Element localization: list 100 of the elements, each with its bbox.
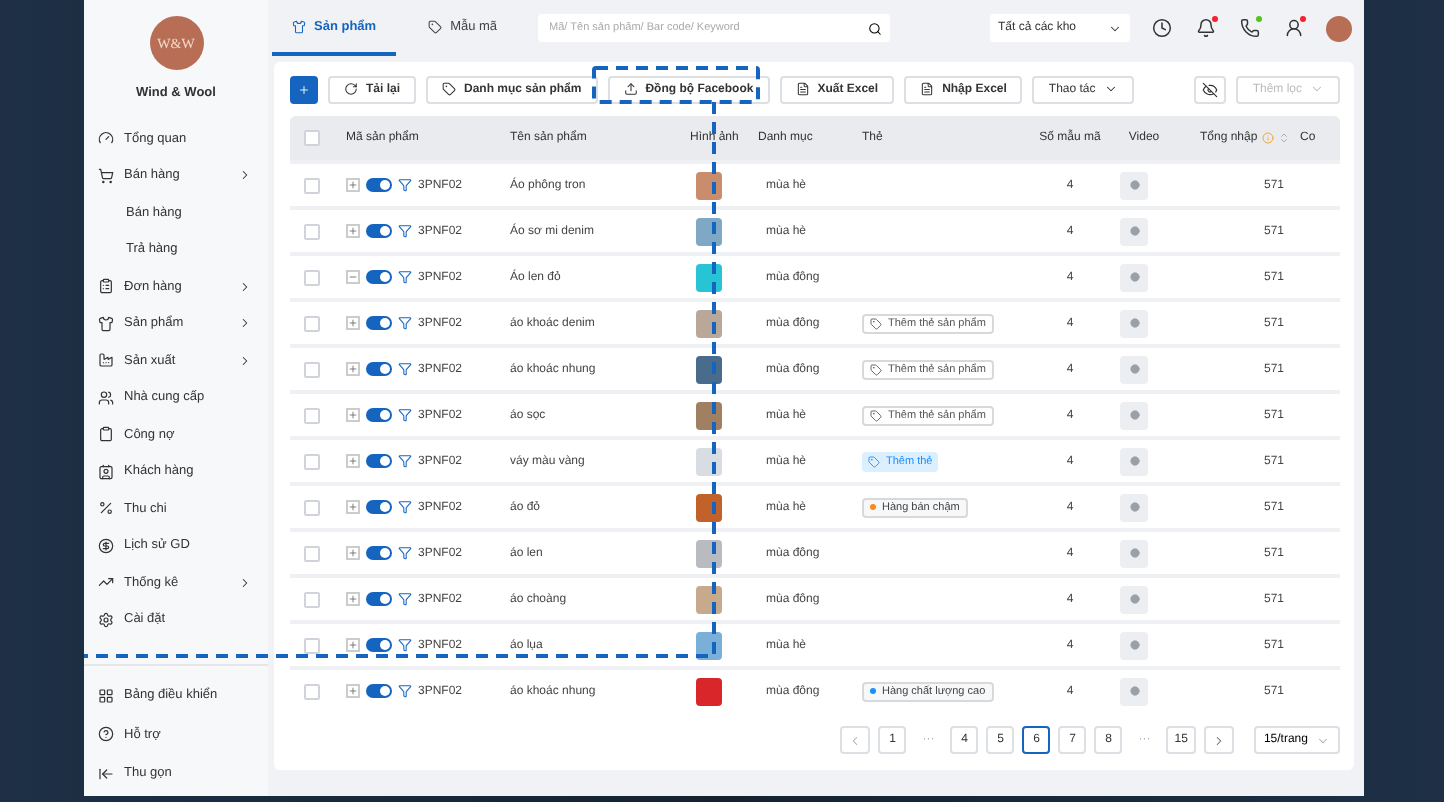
video-placeholder-icon [1120, 171, 1148, 199]
checkbox[interactable] [304, 223, 320, 239]
filter-icon [398, 270, 412, 284]
video-placeholder-icon [1120, 263, 1148, 291]
file-icon [795, 82, 810, 96]
video-placeholder-icon [1120, 539, 1148, 567]
filter-icon [398, 454, 412, 468]
expand-icon[interactable] [346, 178, 360, 192]
menu-item-icon [98, 167, 114, 184]
toggle-switch[interactable] [366, 546, 392, 560]
avatar[interactable] [1326, 15, 1352, 41]
filter-icon [398, 316, 412, 330]
chevron-right-icon [1211, 733, 1226, 747]
menu-item-icon [98, 315, 114, 332]
toggle-switch[interactable] [366, 592, 392, 606]
clock-icon[interactable] [1150, 16, 1174, 40]
plus-icon [298, 81, 310, 97]
previous-page-button[interactable] [840, 726, 871, 754]
video-placeholder-icon [1120, 447, 1148, 475]
photo-placeholder [696, 493, 722, 521]
filter-icon [398, 684, 412, 698]
toggle-switch[interactable] [366, 316, 392, 330]
menu-item-icon [98, 765, 114, 782]
toggle-switch[interactable] [366, 684, 392, 698]
expand-icon[interactable] [346, 638, 360, 652]
checkbox[interactable] [304, 315, 320, 331]
expand-icon[interactable] [346, 362, 360, 376]
expand-icon[interactable] [346, 500, 360, 514]
menu-item-icon [98, 352, 114, 369]
expand-icon[interactable] [346, 454, 360, 468]
photo-placeholder [696, 217, 722, 245]
menu-item-icon [98, 726, 114, 743]
video-placeholder-icon [1120, 217, 1148, 245]
toggle-switch[interactable] [366, 224, 392, 238]
upload-icon [623, 82, 638, 96]
checkbox[interactable] [304, 637, 320, 653]
filter-icon [398, 224, 412, 238]
photo-placeholder [696, 171, 722, 199]
toggle-switch[interactable] [366, 270, 392, 284]
hide-columns-button[interactable] [1194, 75, 1227, 103]
search-icon [867, 21, 882, 35]
toggle-switch[interactable] [366, 178, 392, 192]
tag-icon [868, 455, 880, 467]
filter-icon [398, 592, 412, 606]
toggle-switch[interactable] [366, 454, 392, 468]
photo-placeholder [696, 677, 722, 705]
expand-icon[interactable] [346, 408, 360, 422]
user-icon[interactable] [1282, 16, 1306, 40]
tag-icon [870, 317, 882, 329]
phone-icon[interactable] [1238, 16, 1262, 40]
expand-icon[interactable] [346, 592, 360, 606]
filter-icon [398, 638, 412, 652]
toggle-switch[interactable] [366, 362, 392, 376]
video-placeholder-icon [1120, 355, 1148, 383]
toggle-switch[interactable] [366, 408, 392, 422]
caret-icon [1316, 733, 1330, 747]
checkbox[interactable] [304, 683, 320, 699]
chevron-left-icon [848, 733, 863, 747]
reload-icon [344, 82, 358, 96]
checkbox[interactable] [304, 130, 320, 146]
menu-item-icon [98, 687, 114, 704]
filter-icon [398, 500, 412, 514]
menu-item-icon [98, 278, 114, 295]
checkbox[interactable] [304, 361, 320, 377]
checkbox[interactable] [304, 453, 320, 469]
expand-icon[interactable] [346, 684, 360, 698]
video-placeholder-icon [1120, 493, 1148, 521]
menu-item-icon [98, 426, 114, 443]
caret-icon [1103, 82, 1118, 96]
checkbox[interactable] [304, 269, 320, 285]
file-icon [920, 82, 935, 96]
checkbox[interactable] [304, 407, 320, 423]
photo-placeholder [696, 401, 722, 429]
video-placeholder-icon [1120, 631, 1148, 659]
checkbox[interactable] [304, 499, 320, 515]
next-page-button[interactable] [1203, 726, 1234, 754]
video-placeholder-icon [1120, 309, 1148, 337]
tag-icon [428, 19, 443, 33]
expand-icon[interactable] [346, 546, 360, 560]
info-icon [1261, 132, 1274, 144]
menu-item-icon [98, 574, 114, 591]
photo-placeholder [696, 539, 722, 567]
expand-icon[interactable] [346, 224, 360, 238]
bell-icon[interactable] [1194, 16, 1218, 40]
toggle-switch[interactable] [366, 500, 392, 514]
collapse-icon[interactable] [346, 270, 360, 284]
video-placeholder-icon [1120, 677, 1148, 705]
video-placeholder-icon [1120, 585, 1148, 613]
expand-icon[interactable] [346, 316, 360, 330]
checkbox[interactable] [304, 591, 320, 607]
menu-item-icon [98, 500, 114, 517]
shirt-icon [292, 19, 306, 33]
menu-item-icon [98, 611, 114, 628]
add-button[interactable] [290, 75, 318, 103]
toggle-switch[interactable] [366, 638, 392, 652]
tag-icon [870, 363, 882, 375]
menu-item-icon [98, 130, 114, 147]
filter-icon [398, 546, 412, 560]
checkbox[interactable] [304, 177, 320, 193]
checkbox[interactable] [304, 545, 320, 561]
